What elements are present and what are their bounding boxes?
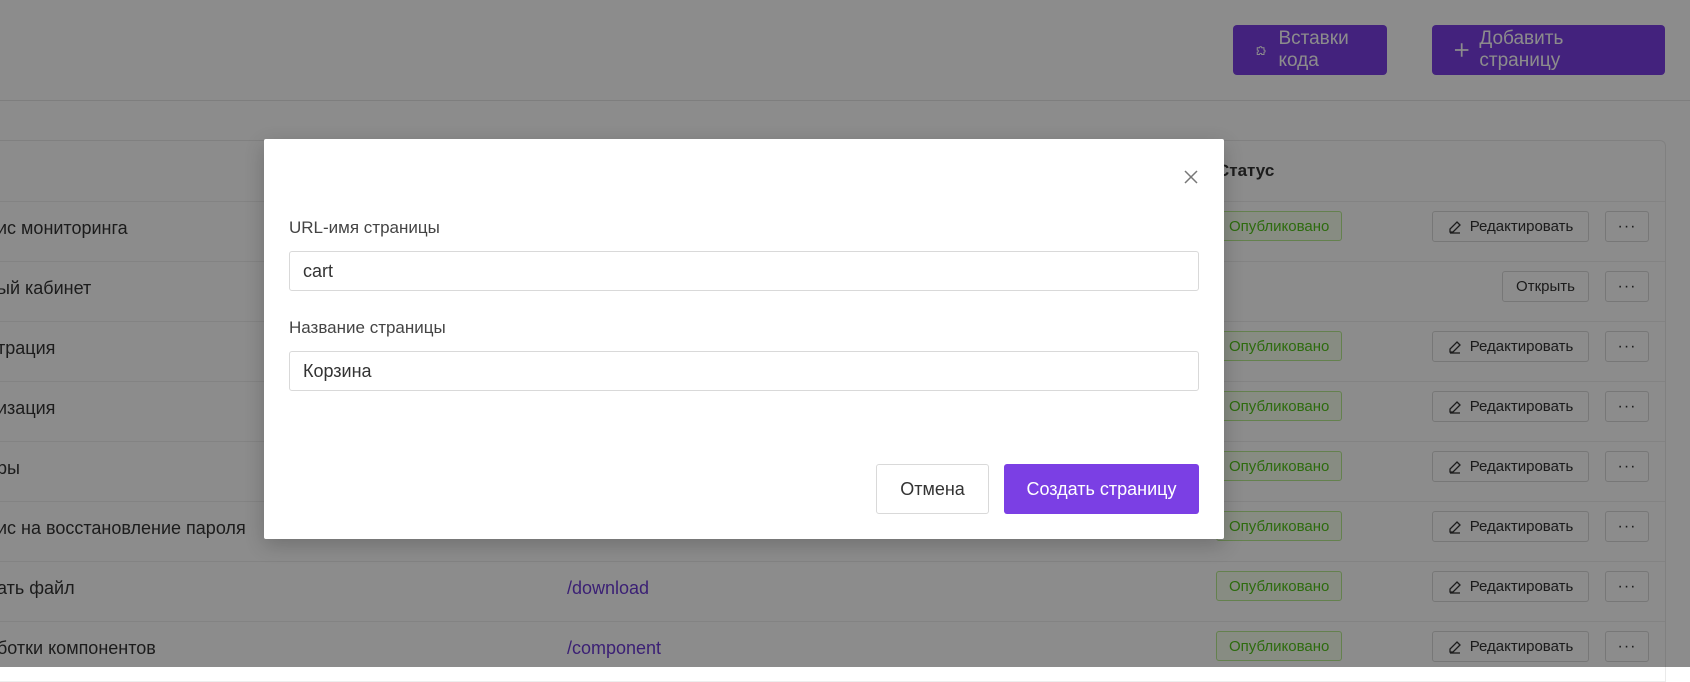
- create-page-dialog: URL-имя страницы Название страницы Отмен…: [264, 139, 1224, 539]
- url-name-input[interactable]: [289, 251, 1199, 291]
- page-title-label: Название страницы: [289, 318, 446, 337]
- close-icon[interactable]: [1181, 167, 1201, 187]
- url-name-label: URL-имя страницы: [289, 218, 440, 237]
- create-page-button[interactable]: Создать страницу: [1004, 464, 1199, 514]
- cancel-button[interactable]: Отмена: [876, 464, 989, 514]
- page-title-input[interactable]: [289, 351, 1199, 391]
